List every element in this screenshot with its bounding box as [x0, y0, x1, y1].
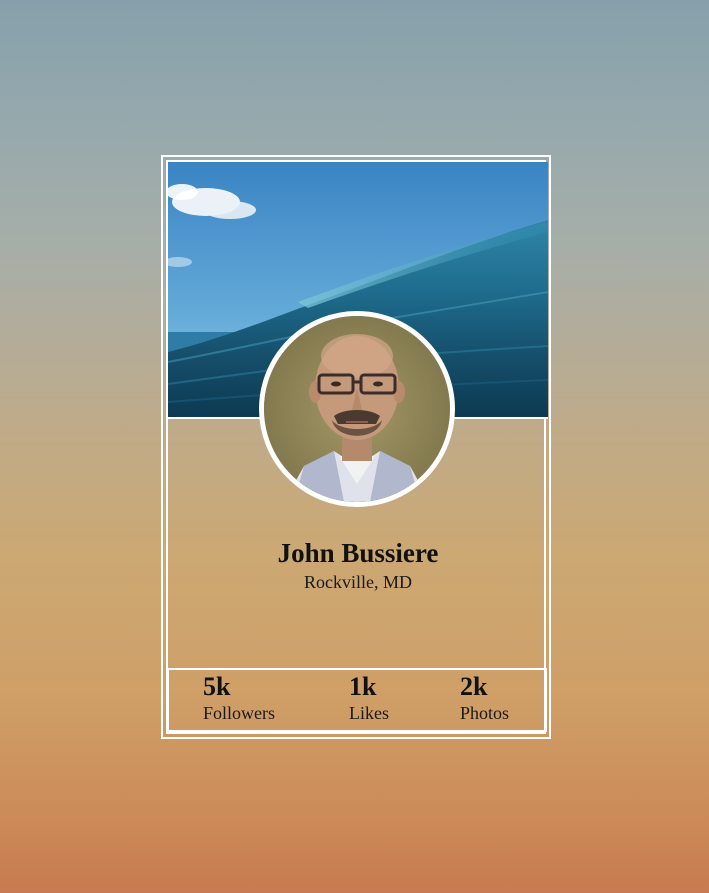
- followers-label: Followers: [203, 703, 275, 723]
- photos-label: Photos: [460, 703, 510, 723]
- profile-card: John Bussiere Rockville, MD 5k Followers…: [161, 155, 551, 739]
- profile-name: John Bussiere: [277, 538, 439, 568]
- likes-label: Likes: [349, 703, 389, 723]
- likes-count: 1k: [349, 672, 377, 701]
- stats-bar: 5k Followers 1k Likes 2k Photos: [167, 668, 547, 732]
- profile-location: Rockville, MD: [304, 572, 412, 592]
- photos-count: 2k: [460, 672, 488, 701]
- avatar[interactable]: [259, 311, 455, 507]
- stat-photos[interactable]: 2k Photos: [460, 672, 509, 724]
- stat-likes[interactable]: 1k Likes: [349, 672, 389, 724]
- profile-card-inner: John Bussiere Rockville, MD 5k Followers…: [166, 160, 548, 734]
- followers-count: 5k: [203, 672, 231, 701]
- stat-followers[interactable]: 5k Followers: [203, 672, 275, 724]
